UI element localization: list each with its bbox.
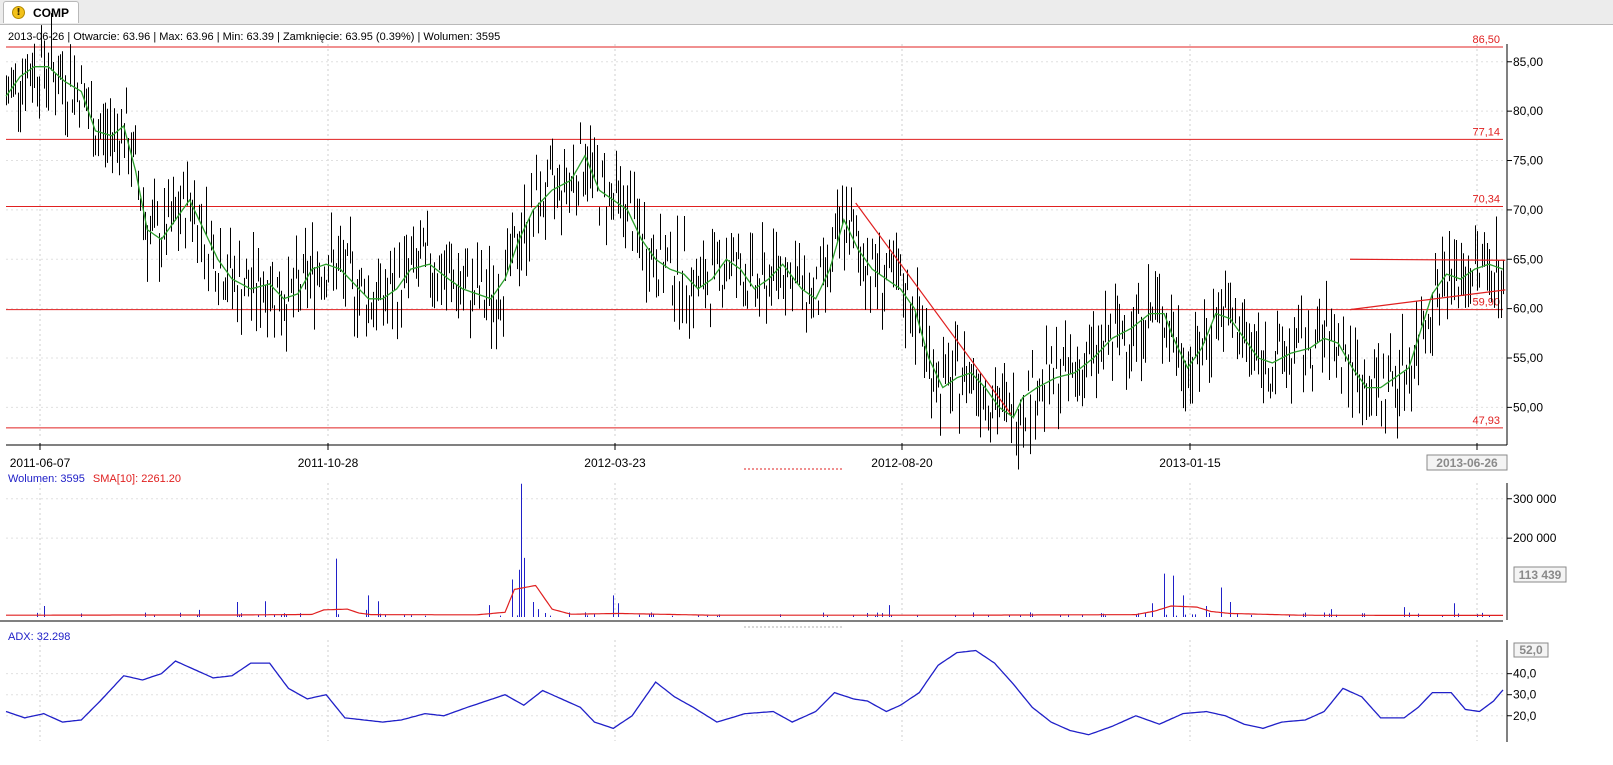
price-bars — [6, 13, 1504, 470]
date-label: 2011-10-28 — [298, 456, 359, 470]
level-label: 59,90 — [1472, 297, 1500, 309]
last-volume-label: 113 439 — [1519, 568, 1562, 582]
level-label: 86,50 — [1472, 34, 1500, 46]
axis-labels: 85,00 80,00 75,00 70,00 65,00 60,00 55,00 50,00… — [10, 55, 1567, 723]
date-label: 2012-03-23 — [584, 456, 646, 470]
chart-canvas[interactable]: 86,50 77,14 70,34 59,90 47,93 85,00 80,00 75,0… — [0, 0, 1613, 765]
adx-tick-label: 40,0 — [1513, 667, 1537, 681]
adx-series — [5, 649, 1504, 736]
last-adx-label: 52,0 — [1519, 643, 1543, 657]
axes — [0, 44, 1512, 742]
price-tick-label: 65,00 — [1513, 252, 1543, 266]
volume-bars — [6, 483, 1503, 617]
level-label: 70,34 — [1472, 194, 1500, 206]
price-tick-label: 55,00 — [1513, 351, 1543, 365]
price-tick-label: 80,00 — [1513, 104, 1543, 118]
volume-tick-label: 300 000 — [1513, 492, 1557, 506]
last-date-label: 2013-06-26 — [1436, 456, 1498, 470]
level-label: 47,93 — [1472, 415, 1500, 427]
price-tick-label: 75,00 — [1513, 154, 1543, 168]
date-label: 2011-06-07 — [10, 456, 71, 470]
adx-tick-label: 20,0 — [1513, 709, 1537, 723]
price-tick-label: 70,00 — [1513, 203, 1543, 217]
price-tick-label: 50,00 — [1513, 400, 1543, 414]
price-tick-label: 60,00 — [1513, 302, 1543, 316]
date-label: 2012-08-20 — [871, 456, 933, 470]
grid-lines — [6, 44, 1503, 741]
level-label: 77,14 — [1472, 126, 1500, 138]
date-label: 2013-01-15 — [1159, 456, 1221, 470]
adx-line — [5, 649, 1504, 736]
price-tick-label: 85,00 — [1513, 55, 1543, 69]
volume-tick-label: 200 000 — [1513, 531, 1557, 545]
volume-sma-line — [6, 584, 1503, 616]
adx-tick-label: 30,0 — [1513, 688, 1537, 702]
